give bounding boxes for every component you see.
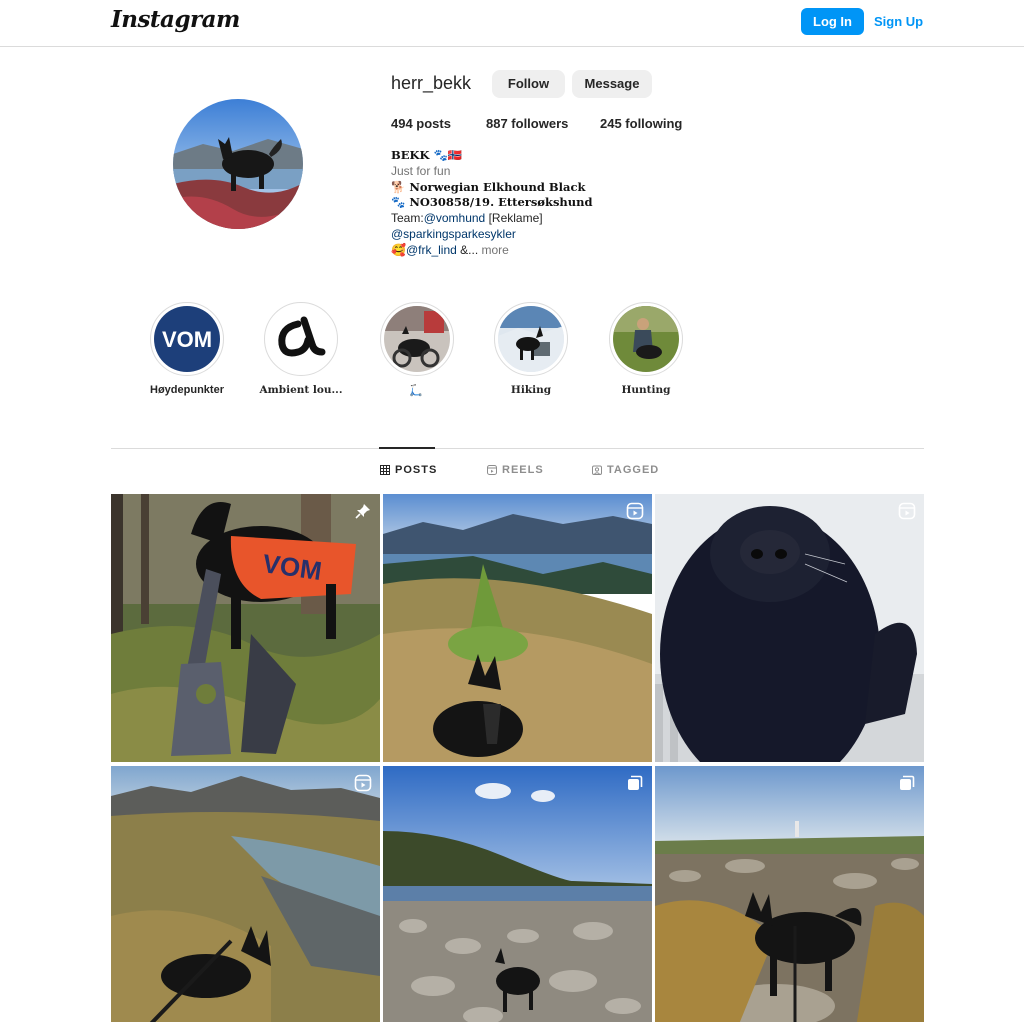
post-tile[interactable]: VOM: [111, 494, 380, 762]
instagram-logo[interactable]: Instagram: [111, 6, 240, 33]
vom-logo-icon: VOM: [154, 306, 220, 372]
vom-cover-text: VOM: [162, 327, 212, 352]
grid-icon: [380, 465, 390, 475]
profile-bio: BEKK 🐾🇳🇴 Just for fun 🐕 Norwegian Elkhou…: [391, 148, 651, 259]
post-photo: VOM: [111, 494, 380, 762]
pin-icon: [355, 504, 370, 519]
tab-reels[interactable]: REELS: [487, 464, 544, 476]
message-button[interactable]: Message: [572, 70, 652, 98]
carousel-icon: [628, 775, 643, 790]
highlight-hoydepunkter[interactable]: VOM: [150, 302, 224, 376]
bio-line-last: 🥰@frk_lind &... more: [391, 243, 651, 259]
tab-posts[interactable]: POSTS: [380, 464, 437, 476]
ambient-logo-icon: [268, 306, 334, 372]
highlight-label: Hunting: [621, 384, 671, 396]
sparkingsparkesykler-mention-link[interactable]: @sparkingsparkesykler: [391, 227, 516, 241]
post-photo: [655, 494, 924, 762]
bio-name: BEKK 🐾🇳🇴: [391, 148, 463, 162]
bio-more-button[interactable]: more: [478, 243, 509, 257]
top-navigation-bar: Instagram Log In Sign Up: [0, 0, 1024, 47]
highlight-label: Hiking: [510, 384, 552, 396]
frk-lind-mention-link[interactable]: @frk_lind: [406, 243, 457, 257]
vomhund-mention-link[interactable]: @vomhund: [424, 211, 486, 225]
scooter-photo: [384, 306, 450, 372]
tab-label: POSTS: [395, 464, 438, 476]
tabs-divider: [111, 448, 924, 449]
highlight-cover: [613, 306, 679, 372]
following-count[interactable]: 245 following: [600, 116, 682, 131]
post-photo: [383, 766, 652, 1022]
bio-truncation: &...: [456, 242, 479, 257]
highlight-label: Høydepunkter: [150, 384, 224, 396]
reel-icon: [354, 774, 372, 792]
bio-line-mention: @sparkingsparkesykler: [391, 227, 651, 243]
reel-icon: [626, 502, 644, 520]
highlight-cover: VOM: [154, 306, 220, 372]
hunting-photo: [613, 306, 679, 372]
post-photo: [111, 766, 380, 1022]
highlight-cover: [268, 306, 334, 372]
posts-count: 494 posts: [391, 116, 451, 131]
active-tab-indicator: [379, 447, 435, 449]
reel-icon: [898, 502, 916, 520]
hiking-photo: [498, 306, 564, 372]
highlight-scooter[interactable]: [380, 302, 454, 376]
bio-team-prefix: Team:: [391, 211, 424, 226]
highlight-label: 🛴: [409, 385, 423, 397]
post-tile[interactable]: [655, 766, 924, 1022]
tab-label: REELS: [502, 464, 544, 476]
follow-button[interactable]: Follow: [492, 70, 565, 98]
highlight-ambient[interactable]: [264, 302, 338, 376]
post-photo: [383, 494, 652, 762]
bio-line: 🐾 NO30858/19. Ettersøkshund: [391, 195, 593, 210]
highlight-hunting[interactable]: [609, 302, 683, 376]
followers-count[interactable]: 887 followers: [486, 116, 568, 131]
highlight-cover: [498, 306, 564, 372]
avatar-dog-photo: [173, 99, 303, 229]
login-button[interactable]: Log In: [801, 8, 864, 35]
signup-link[interactable]: Sign Up: [874, 8, 923, 35]
post-photo: [655, 766, 924, 1022]
tab-label: TAGGED: [607, 464, 660, 476]
post-tile[interactable]: [655, 494, 924, 762]
highlight-cover: [384, 306, 450, 372]
post-tile[interactable]: [383, 494, 652, 762]
carousel-icon: [900, 775, 915, 790]
bio-line: Just for fun: [391, 163, 451, 178]
bio-line-team: Team:@vomhund [Reklame]: [391, 211, 651, 227]
highlight-hiking[interactable]: [494, 302, 568, 376]
bio-team-suffix: [Reklame]: [485, 211, 543, 226]
bio-line: 🐕 Norwegian Elkhound Black: [391, 179, 586, 194]
profile-avatar[interactable]: [173, 99, 303, 229]
reels-icon: [487, 465, 497, 475]
tab-tagged[interactable]: TAGGED: [592, 464, 659, 476]
highlight-label: Ambient lou...: [259, 384, 343, 396]
post-tile[interactable]: [383, 766, 652, 1022]
post-tile[interactable]: [111, 766, 380, 1022]
tagged-icon: [592, 465, 602, 475]
profile-username: herr_bekk: [391, 73, 472, 93]
smiling-hearts-emoji: 🥰: [391, 242, 406, 257]
